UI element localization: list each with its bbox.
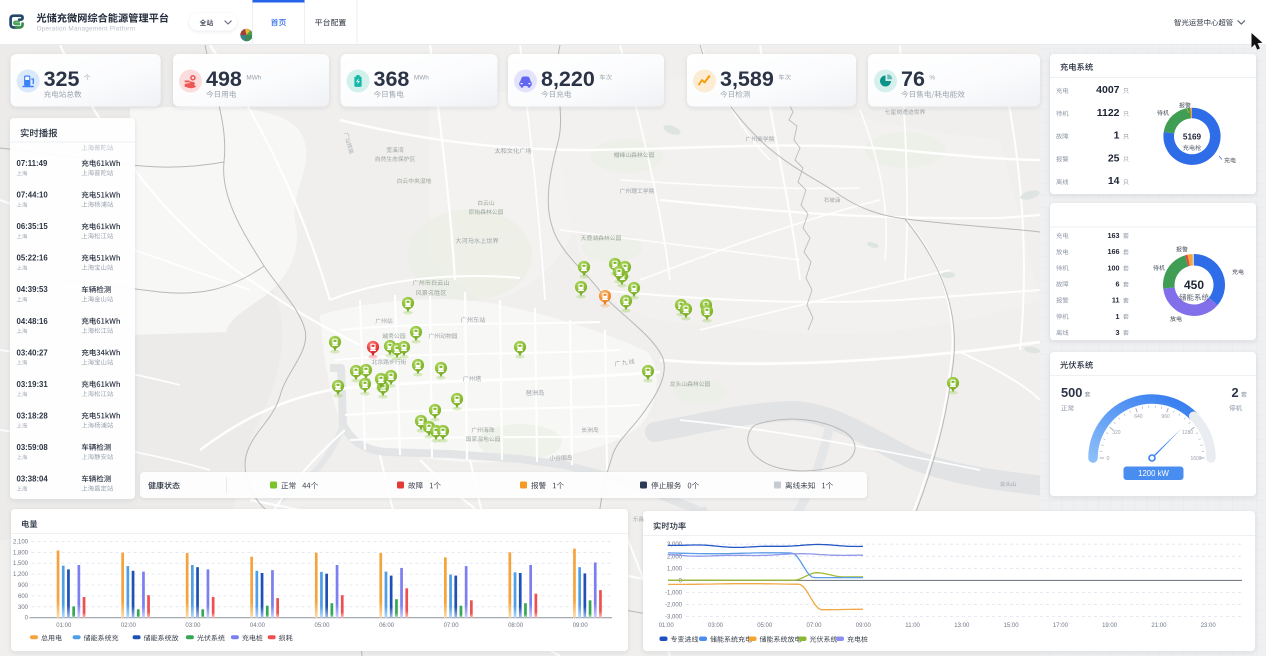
svg-text:1: 1 xyxy=(1114,130,1120,142)
svg-text:01:00: 01:00 xyxy=(659,623,675,629)
svg-text:03:00: 03:00 xyxy=(708,623,724,629)
svg-text:05:22:16: 05:22:16 xyxy=(17,254,49,263)
svg-text:17:00: 17:00 xyxy=(1053,623,1069,629)
svg-text:04:39:53: 04:39:53 xyxy=(17,285,49,294)
svg-text:21:00: 21:00 xyxy=(1151,623,1167,629)
svg-text:8,220: 8,220 xyxy=(541,67,595,91)
svg-text:MWh: MWh xyxy=(414,75,429,82)
svg-text:1,000: 1,000 xyxy=(667,566,683,572)
svg-text:03:38:04: 03:38:04 xyxy=(17,475,49,484)
svg-text:320: 320 xyxy=(1112,430,1121,436)
svg-text:0: 0 xyxy=(1107,456,1110,462)
svg-text:1,200: 1,200 xyxy=(13,572,29,578)
svg-text:-3,000: -3,000 xyxy=(665,615,683,621)
svg-text:11:00: 11:00 xyxy=(905,623,920,629)
svg-text:15:00: 15:00 xyxy=(1004,623,1020,629)
svg-text:2,100: 2,100 xyxy=(13,539,29,545)
svg-text:09:00: 09:00 xyxy=(856,623,872,629)
svg-text:6: 6 xyxy=(1116,279,1120,288)
svg-text:01:00: 01:00 xyxy=(56,623,72,629)
svg-text:04:48:16: 04:48:16 xyxy=(17,317,49,326)
svg-text:MWh: MWh xyxy=(246,75,261,82)
svg-text:1122: 1122 xyxy=(1097,107,1120,119)
svg-text:100: 100 xyxy=(1108,263,1120,272)
svg-text:23:00: 23:00 xyxy=(1201,623,1217,629)
svg-text:03:59:08: 03:59:08 xyxy=(17,443,49,452)
svg-text:09:00: 09:00 xyxy=(573,623,589,629)
svg-text:11: 11 xyxy=(1112,296,1120,305)
svg-text:02:00: 02:00 xyxy=(121,623,137,629)
svg-text:500: 500 xyxy=(1061,385,1082,400)
svg-text:368: 368 xyxy=(374,67,410,91)
svg-text:1,800: 1,800 xyxy=(13,550,29,556)
svg-text:25: 25 xyxy=(1108,152,1120,164)
svg-text:04:00: 04:00 xyxy=(250,623,266,629)
svg-text:640: 640 xyxy=(1134,414,1143,420)
svg-text:03:19:31: 03:19:31 xyxy=(17,380,49,389)
svg-text:1280: 1280 xyxy=(1182,430,1193,436)
svg-text:05:00: 05:00 xyxy=(314,623,330,629)
svg-text:%: % xyxy=(929,75,935,82)
svg-text:900: 900 xyxy=(18,583,29,589)
svg-text:06:35:15: 06:35:15 xyxy=(17,222,49,231)
svg-text:450: 450 xyxy=(1184,278,1204,292)
svg-text:300: 300 xyxy=(18,605,29,611)
svg-text:166: 166 xyxy=(1108,247,1120,256)
svg-text:-2,000: -2,000 xyxy=(665,603,683,609)
svg-text:600: 600 xyxy=(18,594,29,600)
svg-text:14: 14 xyxy=(1108,175,1120,187)
svg-text:163: 163 xyxy=(1108,231,1120,240)
svg-text:03:00: 03:00 xyxy=(185,623,201,629)
svg-text:76: 76 xyxy=(901,67,925,91)
svg-text:498: 498 xyxy=(206,67,242,91)
svg-text:3: 3 xyxy=(1116,328,1120,337)
svg-text:03:40:27: 03:40:27 xyxy=(17,348,48,357)
svg-text:07:44:10: 07:44:10 xyxy=(17,191,49,200)
svg-text:07:11:49: 07:11:49 xyxy=(17,159,48,168)
svg-text:2: 2 xyxy=(1232,385,1239,400)
svg-text:3,589: 3,589 xyxy=(720,67,774,91)
svg-text:07:00: 07:00 xyxy=(444,623,460,629)
svg-text:325: 325 xyxy=(44,67,80,91)
svg-text:Operation Management Platform: Operation Management Platform xyxy=(37,26,136,33)
svg-text:07:00: 07:00 xyxy=(806,623,822,629)
svg-text:06:00: 06:00 xyxy=(379,623,395,629)
svg-text:960: 960 xyxy=(1161,414,1170,420)
svg-text:03:18:28: 03:18:28 xyxy=(17,411,49,420)
svg-text:1,500: 1,500 xyxy=(13,561,29,567)
svg-text:4007: 4007 xyxy=(1096,84,1120,96)
svg-text:19:00: 19:00 xyxy=(1102,623,1118,629)
svg-text:1200 kW: 1200 kW xyxy=(1138,469,1169,478)
svg-text:13:00: 13:00 xyxy=(954,623,970,629)
svg-text:05:00: 05:00 xyxy=(757,623,773,629)
svg-text:1600: 1600 xyxy=(1190,456,1201,462)
svg-text:-1,000: -1,000 xyxy=(665,591,683,597)
svg-text:5169: 5169 xyxy=(1183,133,1202,142)
svg-text:08:00: 08:00 xyxy=(508,623,524,629)
svg-text:1: 1 xyxy=(1116,312,1120,321)
